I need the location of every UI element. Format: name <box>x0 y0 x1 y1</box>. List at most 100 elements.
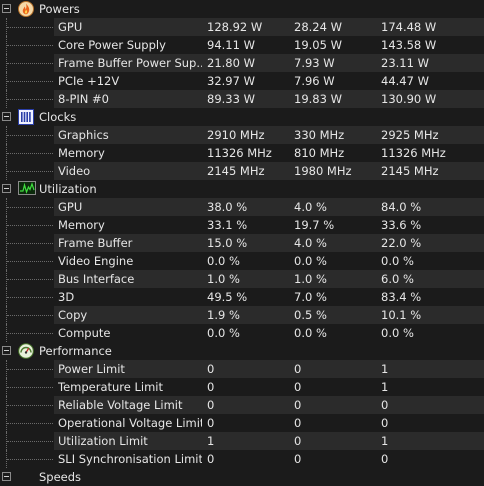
sensor-min-value: 1980 MHz <box>294 164 352 178</box>
sensor-max-value: 44.47 W <box>381 74 429 88</box>
collapse-toggle-icon[interactable] <box>2 472 11 481</box>
tree-branch-line <box>7 387 53 388</box>
sensor-current-value: 0 <box>207 380 215 394</box>
section-header-utilization[interactable]: Utilization <box>0 180 484 198</box>
section-header-powers[interactable]: Powers <box>0 0 484 18</box>
collapse-toggle-icon[interactable] <box>2 346 11 355</box>
section-title: Powers <box>39 2 80 16</box>
sensor-row-cells: Bus Interface 1.0 % 1.0 % 6.0 % <box>54 270 484 288</box>
sensor-min-value: 0.5 % <box>294 308 327 322</box>
collapse-toggle-icon[interactable] <box>2 184 11 193</box>
sensor-current-value: 0.0 % <box>207 326 240 340</box>
sensor-row-cells: Memory 11326 MHz 810 MHz 11326 MHz <box>54 144 484 162</box>
sensor-row-cells: Compute 0.0 % 0.0 % 0.0 % <box>54 324 484 342</box>
sensor-current-value: 32.97 W <box>207 74 255 88</box>
sensor-min-value: 0 <box>294 452 302 466</box>
section-header-speeds[interactable]: Speeds <box>0 468 484 486</box>
sensor-row[interactable]: Frame Buffer 15.0 % 4.0 % 22.0 % <box>0 234 484 252</box>
section-header-clocks[interactable]: Clocks <box>0 108 484 126</box>
sensor-row[interactable]: 3D 49.5 % 7.0 % 83.4 % <box>0 288 484 306</box>
section-header-performance[interactable]: Performance <box>0 342 484 360</box>
sensor-current-value: 0 <box>207 416 215 430</box>
sensor-name: GPU <box>58 200 83 214</box>
sensor-current-value: 49.5 % <box>207 290 248 304</box>
sensor-row[interactable]: Bus Interface 1.0 % 1.0 % 6.0 % <box>0 270 484 288</box>
sensor-row[interactable]: Compute 0.0 % 0.0 % 0.0 % <box>0 324 484 342</box>
sensor-row[interactable]: 8-PIN #0 89.33 W 19.83 W 130.90 W <box>0 90 484 108</box>
collapse-toggle-icon[interactable] <box>2 112 11 121</box>
sensor-min-value: 19.05 W <box>294 38 342 52</box>
sensor-row[interactable]: Frame Buffer Power Sup... 21.80 W 7.93 W 23… <box>0 54 484 72</box>
collapse-toggle-icon[interactable] <box>2 4 11 13</box>
sensor-row-cells: Core Power Supply 94.11 W 19.05 W 143.58 W <box>54 36 484 54</box>
sensor-row[interactable]: Video 2145 MHz 1980 MHz 2145 MHz <box>0 162 484 180</box>
sensor-row[interactable]: Temperature Limit 0 0 1 <box>0 378 484 396</box>
sensor-row[interactable]: Utilization Limit 1 0 1 <box>0 432 484 450</box>
sensor-current-value: 1.9 % <box>207 308 240 322</box>
sensor-row[interactable]: Memory 11326 MHz 810 MHz 11326 MHz <box>0 144 484 162</box>
sensor-max-value: 0 <box>381 398 389 412</box>
sensor-current-value: 21.80 W <box>207 56 255 70</box>
tree-branch-line <box>7 459 53 460</box>
sensor-row[interactable]: GPU 38.0 % 4.0 % 84.0 % <box>0 198 484 216</box>
tree-branch-line <box>7 153 53 154</box>
sensor-max-value: 10.1 % <box>381 308 422 322</box>
sensor-name: Bus Interface <box>58 272 135 286</box>
sensor-name: Copy <box>58 308 88 322</box>
sensor-min-value: 0 <box>294 380 302 394</box>
sensor-row-cells: Copy 1.9 % 0.5 % 10.1 % <box>54 306 484 324</box>
sensor-row-cells: Video Engine 0.0 % 0.0 % 0.0 % <box>54 252 484 270</box>
sensor-min-value: 19.7 % <box>294 218 335 232</box>
tree-branch-line <box>7 405 53 406</box>
sensor-min-value: 0 <box>294 398 302 412</box>
sensor-current-value: 89.33 W <box>207 92 255 106</box>
sensor-row-cells: Power Limit 0 0 1 <box>54 360 484 378</box>
sensor-max-value: 11326 MHz <box>381 146 446 160</box>
sensor-max-value: 6.0 % <box>381 272 414 286</box>
sensor-row-cells: SLI Synchronisation Limit 0 0 0 <box>54 450 484 468</box>
sensor-name: Video <box>58 164 91 178</box>
tree-branch-line <box>7 135 53 136</box>
sensor-current-value: 0.0 % <box>207 254 240 268</box>
tree-branch-line <box>7 63 53 64</box>
sensor-current-value: 2910 MHz <box>207 128 265 142</box>
sensor-row[interactable]: Power Limit 0 0 1 <box>0 360 484 378</box>
sensor-max-value: 23.11 W <box>381 56 429 70</box>
tree-branch-line <box>7 369 53 370</box>
sensor-row[interactable]: Operational Voltage Limit 0 0 0 <box>0 414 484 432</box>
sensor-name: Video Engine <box>58 254 134 268</box>
sensor-row[interactable]: Video Engine 0.0 % 0.0 % 0.0 % <box>0 252 484 270</box>
sensor-row-cells: 3D 49.5 % 7.0 % 83.4 % <box>54 288 484 306</box>
sensor-name: Frame Buffer Power Sup... <box>58 56 202 70</box>
sensor-name: 3D <box>58 290 75 304</box>
sensor-row[interactable]: GPU 128.92 W 28.24 W 174.48 W <box>0 18 484 36</box>
sensor-max-value: 0.0 % <box>381 326 414 340</box>
sensor-min-value: 4.0 % <box>294 200 327 214</box>
sensor-min-value: 810 MHz <box>294 146 345 160</box>
tree-branch-line <box>7 261 53 262</box>
tree-branch-line <box>7 333 53 334</box>
sensor-row-cells: Graphics 2910 MHz 330 MHz 2925 MHz <box>54 126 484 144</box>
sensor-min-value: 330 MHz <box>294 128 345 142</box>
sensor-current-value: 0 <box>207 398 215 412</box>
section-title: Speeds <box>39 470 82 484</box>
sensor-row[interactable]: SLI Synchronisation Limit 0 0 0 <box>0 450 484 468</box>
sensor-min-value: 4.0 % <box>294 236 327 250</box>
sensor-name: 8-PIN #0 <box>58 92 110 106</box>
sensor-row[interactable]: Core Power Supply 94.11 W 19.05 W 143.58 W <box>0 36 484 54</box>
sensor-row[interactable]: Reliable Voltage Limit 0 0 0 <box>0 396 484 414</box>
sensor-row[interactable]: Graphics 2910 MHz 330 MHz 2925 MHz <box>0 126 484 144</box>
sensor-max-value: 174.48 W <box>381 20 437 34</box>
sensor-min-value: 7.93 W <box>294 56 335 70</box>
sensor-max-value: 1 <box>381 380 389 394</box>
section-title: Performance <box>39 344 112 358</box>
sensor-max-value: 130.90 W <box>381 92 437 106</box>
sensor-max-value: 84.0 % <box>381 200 422 214</box>
sensor-row[interactable]: Memory 33.1 % 19.7 % 33.6 % <box>0 216 484 234</box>
sensor-name: GPU <box>58 20 83 34</box>
sensor-row[interactable]: PCIe +12V 32.97 W 7.96 W 44.47 W <box>0 72 484 90</box>
sensor-min-value: 1.0 % <box>294 272 327 286</box>
sensor-max-value: 1 <box>381 362 389 376</box>
sensor-row[interactable]: Copy 1.9 % 0.5 % 10.1 % <box>0 306 484 324</box>
tree-branch-line <box>7 243 53 244</box>
